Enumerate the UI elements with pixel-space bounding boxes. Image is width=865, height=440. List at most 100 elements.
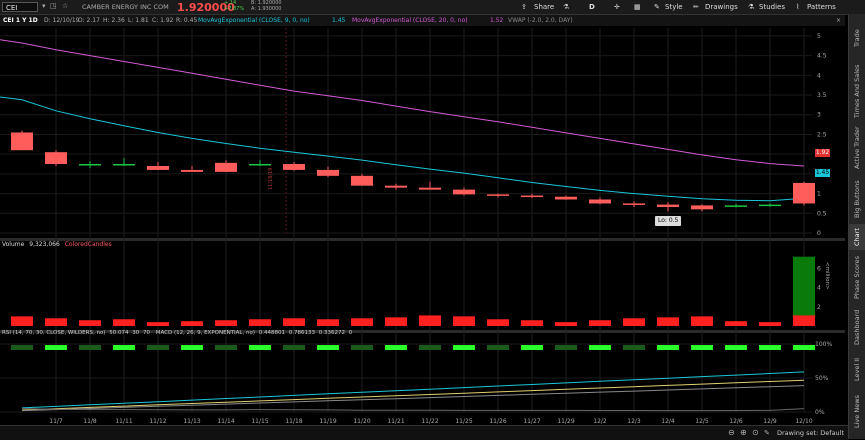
volume-units: <million> <box>824 262 830 290</box>
axis-labels: 11/7 11/8 11/11 11/12 11/13 11/14 11/15 11/18 11… <box>49 33 832 425</box>
price-tick-label: 4.5 <box>817 53 827 60</box>
chart-area[interactable]: 11/7 11/8 11/11 11/12 11/13 11/14 11/15 11/18 11… <box>0 26 848 425</box>
volume-bar[interactable] <box>453 316 475 326</box>
bid-ask: B: 1.920000 A: 1.930000 <box>251 0 282 12</box>
volume-bar[interactable] <box>725 321 747 326</box>
pencil-icon[interactable]: ✏ <box>693 2 699 12</box>
candle-body[interactable] <box>691 205 713 210</box>
candle-body[interactable] <box>725 205 747 207</box>
candle-body[interactable] <box>419 187 441 190</box>
vwap-label[interactable]: VWAP (-2.0, 2.0, DAY) <box>508 15 573 26</box>
volume-bar[interactable] <box>657 317 679 326</box>
zoom-in-icon[interactable]: ⊕ <box>740 428 747 437</box>
volume-bar[interactable] <box>759 322 781 326</box>
candle-body[interactable] <box>487 194 509 196</box>
symbol-input[interactable]: CEI <box>2 2 38 12</box>
drawing-icon[interactable]: ✎ <box>764 429 770 437</box>
ma20-label[interactable]: MovAvgExponential (CLOSE, 20, 0, no) <box>352 15 468 26</box>
volume-bar[interactable] <box>487 319 509 326</box>
candle-body[interactable] <box>113 164 135 166</box>
volume-bar[interactable] <box>11 316 33 326</box>
volume-bar[interactable] <box>521 320 543 326</box>
x-tick-label: 11/22 <box>421 418 438 425</box>
volume-bar[interactable] <box>351 318 373 326</box>
candle-body[interactable] <box>555 196 577 200</box>
pane-divider[interactable] <box>0 238 845 241</box>
tab-level-ii[interactable]: Level II <box>849 352 865 386</box>
fit-icon[interactable]: ⊙ <box>752 428 759 437</box>
tab-big-buttons[interactable]: Big Buttons <box>849 176 865 222</box>
volume-bar[interactable] <box>419 315 441 326</box>
volume-pane[interactable] <box>11 256 815 326</box>
macd-label[interactable]: MACD (12, 26, 9, EXPONENTIAL, no) <box>156 330 255 336</box>
crosshair-icon[interactable]: ✛ <box>614 2 620 12</box>
volume-bar[interactable] <box>113 319 135 326</box>
candle-body[interactable] <box>453 189 475 195</box>
volume-header: Volume 9,323,066 ColoredCandles <box>2 240 112 249</box>
grid-icon[interactable]: ▦ <box>634 2 641 12</box>
zoom-out-icon[interactable]: ⊖ <box>728 428 735 437</box>
volume-bar[interactable] <box>623 318 645 326</box>
studies-menu[interactable]: Studies <box>759 2 785 12</box>
volume-bar[interactable] <box>147 322 169 326</box>
volume-bar[interactable] <box>385 317 407 326</box>
tab-live-news[interactable]: Live News <box>849 388 865 436</box>
candle-body[interactable] <box>317 169 339 176</box>
price-pane[interactable] <box>0 28 815 233</box>
candle-body[interactable] <box>79 164 101 166</box>
price-tick-label: 2.5 <box>817 131 827 138</box>
candle-body[interactable] <box>215 162 237 172</box>
style-menu[interactable]: Style <box>665 2 683 12</box>
volume-bar[interactable] <box>79 320 101 326</box>
candle-body[interactable] <box>147 165 169 170</box>
tab-active-trader[interactable]: Active Trader <box>849 122 865 174</box>
patterns-menu[interactable]: Patterns <box>807 2 836 12</box>
star-icon[interactable]: ☆ <box>62 2 68 10</box>
rsi-label[interactable]: RSI (14, 70, 30, CLOSE, WILDERS, no) <box>2 330 105 336</box>
candle-body[interactable] <box>385 185 407 188</box>
share-icon[interactable]: ⇪ <box>521 2 527 12</box>
candle-body[interactable] <box>11 132 33 151</box>
candle-body[interactable] <box>45 152 67 165</box>
candle-body[interactable] <box>181 169 203 172</box>
candle-body[interactable] <box>793 182 815 204</box>
share-button[interactable]: Share <box>534 2 554 12</box>
volume-bar-overlay <box>793 315 815 326</box>
tab-trade[interactable]: Trade <box>849 16 865 60</box>
drawing-set-label[interactable]: Drawing set: Default <box>777 429 844 437</box>
link-icon[interactable]: ◳ <box>50 2 57 10</box>
volume-bar[interactable] <box>317 319 339 326</box>
pattern-icon[interactable]: ⌇ <box>796 2 799 12</box>
candle-body[interactable] <box>623 203 645 205</box>
volume-bar[interactable] <box>215 320 237 326</box>
tab-dashboard[interactable]: Dashboard <box>849 304 865 350</box>
volume-bar[interactable] <box>555 322 577 326</box>
volume-bar[interactable] <box>45 318 67 326</box>
candle-body[interactable] <box>589 199 611 204</box>
tab-times-and-sales[interactable]: Times And Sales <box>849 62 865 120</box>
x-tick-label: 11/27 <box>523 418 540 425</box>
volume-bar[interactable] <box>691 316 713 326</box>
tab-phase-scores[interactable]: Phase Scores <box>849 252 865 302</box>
drawings-menu[interactable]: Drawings <box>705 2 738 12</box>
volume-tick-label: 4 <box>817 285 821 292</box>
beaker-icon[interactable]: ⚗ <box>748 2 754 12</box>
candle-body[interactable] <box>249 164 271 166</box>
candle-body[interactable] <box>351 175 373 186</box>
timeframe-button[interactable]: D <box>589 2 595 12</box>
close-icon[interactable]: × <box>836 15 841 26</box>
volume-bar[interactable] <box>283 318 305 326</box>
chevron-down-icon[interactable]: ▾ <box>42 2 46 10</box>
candle-body[interactable] <box>657 204 679 207</box>
candle-body[interactable] <box>521 195 543 198</box>
tab-chart[interactable]: Chart <box>849 224 865 250</box>
candle-body[interactable] <box>759 204 781 207</box>
macd-histogram-bar <box>725 345 747 350</box>
volume-bar[interactable] <box>589 320 611 326</box>
flask-icon[interactable]: ⚗ <box>563 2 569 12</box>
volume-bar[interactable] <box>181 321 203 326</box>
volume-bar[interactable] <box>249 319 271 326</box>
style-icon[interactable]: ✎ <box>654 2 660 12</box>
candle-body[interactable] <box>283 164 305 170</box>
ma9-label[interactable]: MovAvgExponential (CLOSE, 9, 0, no) <box>198 15 310 26</box>
